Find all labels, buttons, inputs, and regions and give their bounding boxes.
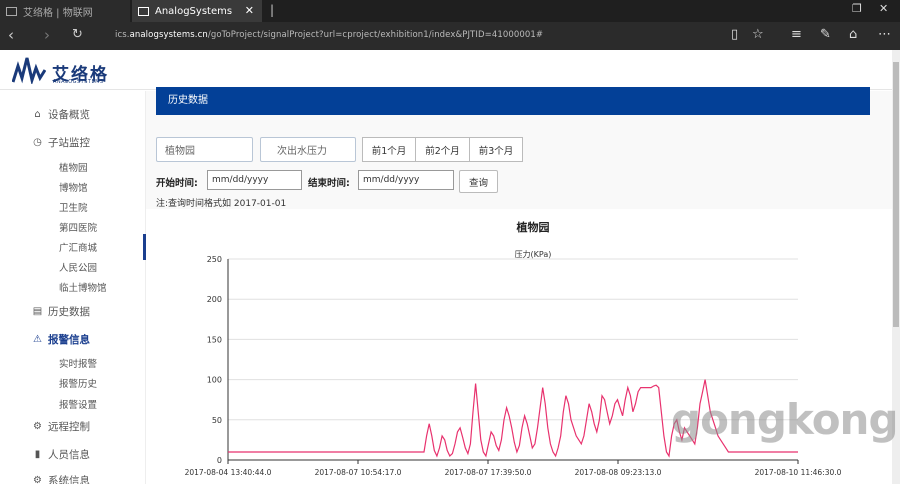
range-2-month-button[interactable]: 前2个月 [415,137,470,162]
y-tick-label: 150 [207,335,222,344]
x-tick-label: 2017-08-04 13:40:44.0 [185,468,272,477]
tab-title: 艾络格 | 物联网 [23,7,93,19]
tab-page-icon [6,6,17,16]
sidebar-sub-item[interactable]: 实时报警 [59,356,97,370]
sidebar-item-remote[interactable]: ⚙ 远程控制 [32,419,90,434]
more-icon[interactable]: ⋯ [878,27,891,42]
url-field[interactable]: ics.analogsystems.cn/goToProject/signalP… [115,30,543,40]
sidebar-item-alarm[interactable]: ⚠ 报警信息 [32,332,90,347]
end-date-input[interactable]: mm/dd/yyyy [358,170,454,190]
sidebar-item-history[interactable]: ▤ 历史数据 [32,304,90,319]
date-format-note: 注:查询时间格式如 2017-01-01 [156,199,287,209]
y-tick-label: 0 [217,456,222,465]
warning-icon: ⚠ [33,334,42,345]
sidebar-sub-item[interactable]: 第四医院 [59,220,97,234]
new-tab-icon[interactable]: | [270,3,274,17]
y-tick-label: 250 [207,255,222,264]
back-icon[interactable]: ‹ [8,26,14,44]
station-select[interactable]: 植物园 [156,137,253,162]
browser-tab-bar: 艾络格 | 物联网 AnalogSystems ✕ | ❐ ✕ [0,0,900,22]
page-header: 艾络格 ANALOGSYSTEMS [0,50,892,90]
window-close-icon[interactable]: ✕ [879,2,888,15]
gear-icon: ⚙ [33,421,42,432]
sidebar-sub-item[interactable]: 广汇商城 [59,240,97,254]
sidebar-sub-item[interactable]: 卫生院 [59,200,88,214]
end-time-label: 结束时间: [308,178,350,189]
home-icon: ⌂ [34,109,41,120]
gear-icon: ⚙ [33,475,42,484]
sidebar-sub-item[interactable]: 博物馆 [59,180,88,194]
clock-icon: ◷ [33,137,42,148]
browser-tab[interactable]: 艾络格 | 物联网 [0,0,130,22]
logo-subtext: ANALOGSYSTEMS [53,79,104,85]
bookmark-icon: ▮ [34,449,41,460]
query-button[interactable]: 查询 [459,170,498,193]
logo-icon [12,57,46,84]
start-date-input[interactable]: mm/dd/yyyy [207,170,302,190]
sidebar: ⌂ 设备概览 ◷ 子站监控 植物园 博物馆 卫生院 第四医院 广汇商城 人民公园 临… [0,91,146,484]
window-restore-icon[interactable]: ❐ [852,2,862,15]
reading-view-icon[interactable]: ▯ [731,27,738,42]
sidebar-item-substation[interactable]: ◷ 子站监控 [32,135,90,150]
chart-title: 植物园 [516,220,550,234]
share-icon[interactable]: ⌂ [849,27,857,42]
tab-page-icon [138,6,149,16]
y-tick-label: 50 [212,416,222,425]
range-1-month-button[interactable]: 前1个月 [362,137,416,162]
sidebar-sub-item[interactable]: 报警设置 [59,397,97,411]
browser-address-bar: ‹ › ↻ ics.analogsystems.cn/goToProject/s… [0,22,900,50]
scrollbar-thumb[interactable] [893,62,899,327]
chart-y-label: 压力(KPa) [515,249,552,259]
refresh-icon[interactable]: ↻ [72,26,83,44]
x-tick-label: 2017-08-10 11:46:30.0 [755,468,842,477]
x-tick-label: 2017-08-08 09:23:13.0 [575,468,662,477]
x-tick-label: 2017-08-07 10:54:17.0 [315,468,402,477]
watermark-text: gongkong [671,395,899,444]
favorite-star-icon[interactable]: ☆ [752,27,764,42]
sidebar-item-system[interactable]: ⚙ 系统信息 [32,473,90,484]
sidebar-sub-item[interactable]: 报警历史 [59,376,97,390]
note-pen-icon[interactable]: ✎ [820,27,831,42]
tab-title: AnalogSystems [155,5,233,17]
y-tick-label: 200 [207,295,222,304]
tab-close-icon[interactable]: ✕ [245,4,254,17]
browser-tab-active[interactable]: AnalogSystems ✕ [132,0,262,22]
sidebar-sub-item[interactable]: 植物园 [59,160,88,174]
sidebar-item-overview[interactable]: ⌂ 设备概览 [32,107,90,122]
page-title: 历史数据 [156,87,870,115]
signal-select[interactable]: 次出水压力 [260,137,356,162]
sidebar-sub-item[interactable]: 临土博物馆 [59,280,107,294]
forward-icon[interactable]: › [44,26,50,44]
start-time-label: 开始时间: [156,178,198,189]
document-icon: ▤ [32,306,43,317]
sidebar-sub-item[interactable]: 人民公园 [59,260,97,274]
range-3-month-button[interactable]: 前3个月 [469,137,523,162]
y-tick-label: 100 [207,376,222,385]
x-tick-label: 2017-08-07 17:39:50.0 [445,468,532,477]
sidebar-item-personnel[interactable]: ▮ 人员信息 [32,447,90,462]
hub-icon[interactable]: ≡ [791,27,802,42]
